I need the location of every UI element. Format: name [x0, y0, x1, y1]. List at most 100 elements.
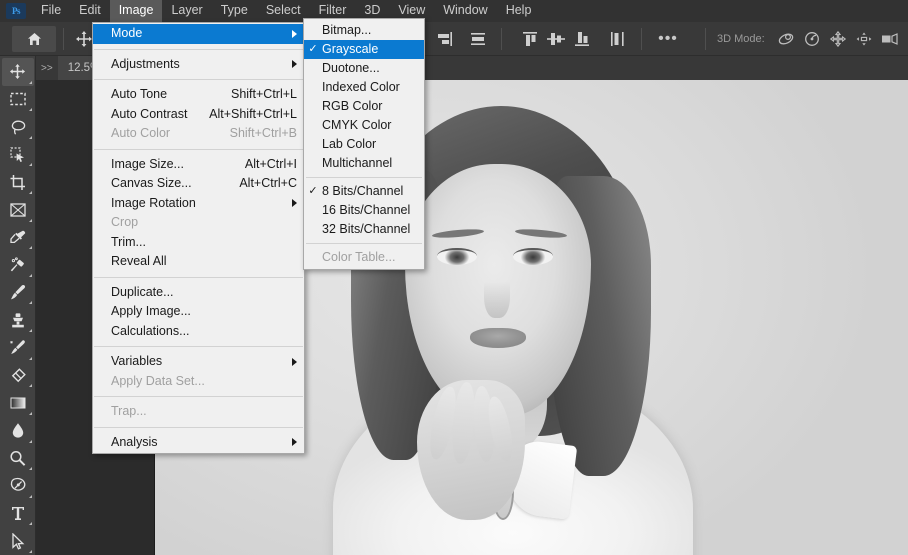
distribute-horizontally-icon[interactable]	[465, 27, 491, 51]
pan-3d-object-icon[interactable]	[825, 27, 851, 51]
submenu-arrow-icon	[292, 29, 297, 38]
menu-item-reveal-all[interactable]: Reveal All	[93, 252, 304, 272]
menubar-item-select[interactable]: Select	[257, 0, 310, 22]
menu-item-variables[interactable]: Variables	[93, 352, 304, 372]
submenu-item-indexed-color[interactable]: Indexed Color	[304, 78, 424, 97]
tool-rectangular-marquee-tool[interactable]	[2, 86, 34, 114]
tool-type-tool[interactable]	[2, 500, 34, 528]
tool-history-brush-tool[interactable]	[2, 334, 34, 362]
submenu-item-16-bits-channel[interactable]: 16 Bits/Channel	[304, 201, 424, 220]
menu-item-calculations[interactable]: Calculations...	[93, 322, 304, 342]
scale-3d-camera-icon[interactable]	[877, 27, 903, 51]
photo-hand	[417, 380, 525, 520]
align-top-edges-icon[interactable]	[517, 27, 543, 51]
menubar-item-type[interactable]: Type	[212, 0, 257, 22]
menubar-item-help[interactable]: Help	[497, 0, 541, 22]
menu-item-label: Analysis	[111, 434, 158, 449]
menu-item-trim[interactable]: Trim...	[93, 233, 304, 253]
menu-bar: Ps File Edit Image Layer Type Select Filter 3D V…	[0, 0, 908, 22]
photo-eye-right	[513, 248, 553, 265]
tool-lasso-tool[interactable]	[2, 113, 34, 141]
tool-dodge-tool[interactable]	[2, 445, 34, 473]
menu-item-auto-color: Auto Color Shift+Ctrl+B	[93, 124, 304, 144]
menu-item-duplicate[interactable]: Duplicate...	[93, 283, 304, 303]
menu-item-apply-data-set: Apply Data Set...	[93, 372, 304, 392]
tool-crop-tool[interactable]	[2, 168, 34, 196]
align-right-edges-icon[interactable]	[431, 27, 457, 51]
menu-item-auto-contrast[interactable]: Auto Contrast Alt+Shift+Ctrl+L	[93, 105, 304, 125]
home-icon[interactable]	[12, 25, 56, 52]
checkmark-icon: ✓	[308, 185, 318, 197]
submenu-item-label: RGB Color	[322, 99, 383, 113]
image-menu-dropdown[interactable]: Mode Adjustments Auto Tone Shift+Ctrl+L Auto…	[92, 22, 305, 454]
menu-item-image-size[interactable]: Image Size... Alt+Ctrl+I	[93, 155, 304, 175]
menu-item-auto-tone[interactable]: Auto Tone Shift+Ctrl+L	[93, 85, 304, 105]
menubar-item-window[interactable]: Window	[434, 0, 496, 22]
tool-path-selection-tool[interactable]	[2, 527, 34, 555]
menu-item-image-rotation[interactable]: Image Rotation	[93, 194, 304, 214]
submenu-item-32-bits-channel[interactable]: 32 Bits/Channel	[304, 220, 424, 239]
submenu-item-lab-color[interactable]: Lab Color	[304, 135, 424, 154]
menubar-item-layer[interactable]: Layer	[162, 0, 211, 22]
tool-move-tool[interactable]	[1, 58, 34, 86]
menu-item-label: Trim...	[111, 234, 146, 249]
tool-quick-selection-tool[interactable]	[2, 141, 34, 169]
submenu-item-label: Duotone...	[322, 61, 380, 75]
menubar-item-image[interactable]: Image	[109, 0, 163, 22]
options-separator-3	[501, 27, 502, 50]
photo-nose	[484, 266, 510, 318]
mode-submenu[interactable]: Bitmap... ✓ Grayscale Duotone... Indexed Col…	[303, 18, 425, 270]
tool-clone-stamp-tool[interactable]	[2, 306, 34, 334]
options-separator-5	[705, 27, 706, 50]
tool-pen-tool[interactable]	[2, 472, 34, 500]
photo-eye-left	[437, 248, 477, 265]
menu-item-label: Duplicate...	[111, 284, 174, 299]
menu-item-canvas-size[interactable]: Canvas Size... Alt+Ctrl+C	[93, 174, 304, 194]
menu-item-apply-image[interactable]: Apply Image...	[93, 302, 304, 322]
menu-item-mode[interactable]: Mode	[93, 24, 304, 44]
submenu-item-rgb-color[interactable]: RGB Color	[304, 97, 424, 116]
tool-brush-tool[interactable]	[2, 279, 34, 307]
tool-spot-healing-brush-tool[interactable]	[2, 251, 34, 279]
menu-item-analysis[interactable]: Analysis	[93, 433, 304, 453]
more-options-icon[interactable]: •••	[655, 27, 681, 51]
submenu-item-cmyk-color[interactable]: CMYK Color	[304, 116, 424, 135]
submenu-arrow-icon	[292, 438, 297, 447]
submenu-item-duotone[interactable]: Duotone...	[304, 59, 424, 78]
submenu-arrow-icon	[292, 60, 297, 69]
submenu-item-multichannel[interactable]: Multichannel	[304, 154, 424, 173]
menu-separator	[94, 346, 303, 347]
menu-item-label: Image Size...	[111, 156, 184, 171]
submenu-item-label: Indexed Color	[322, 80, 400, 94]
menubar-item-edit[interactable]: Edit	[70, 0, 110, 22]
menu-item-label: Mode	[111, 26, 143, 41]
submenu-item-bitmap[interactable]: Bitmap...	[304, 21, 424, 40]
submenu-item-8-bits-channel[interactable]: ✓ 8 Bits/Channel	[304, 182, 424, 201]
slide-3d-object-icon[interactable]	[851, 27, 877, 51]
submenu-item-label: CMYK Color	[322, 118, 392, 132]
menu-separator	[94, 426, 303, 428]
roll-3d-object-icon[interactable]	[799, 27, 825, 51]
menu-item-label: Auto Contrast	[111, 106, 188, 121]
menu-item-adjustments[interactable]: Adjustments	[93, 55, 304, 75]
menubar-item-file[interactable]: File	[32, 0, 70, 22]
menu-separator	[94, 276, 303, 278]
tool-eyedropper-tool[interactable]	[2, 224, 34, 252]
tool-gradient-tool[interactable]	[2, 389, 34, 417]
tool-frame-tool[interactable]	[2, 196, 34, 224]
expand-panels-icon[interactable]: >>	[36, 56, 58, 80]
tool-eraser-tool[interactable]	[2, 362, 34, 390]
submenu-item-grayscale[interactable]: ✓ Grayscale	[304, 40, 424, 59]
menu-item-label: Auto Color	[111, 126, 171, 141]
menu-item-label: Apply Image...	[111, 304, 191, 319]
menu-item-label: Auto Tone	[111, 87, 168, 102]
align-bottom-edges-icon[interactable]	[569, 27, 595, 51]
tool-blur-tool[interactable]	[2, 417, 34, 445]
submenu-separator	[306, 177, 422, 178]
rotate-3d-object-icon[interactable]	[773, 27, 799, 51]
align-vertical-centers-icon[interactable]	[543, 27, 569, 51]
submenu-item-label: 32 Bits/Channel	[322, 222, 411, 236]
menu-item-shortcut: Alt+Shift+Ctrl+L	[209, 106, 297, 121]
distribute-vertically-icon[interactable]	[605, 27, 631, 51]
menu-item-label: Canvas Size...	[111, 176, 192, 191]
